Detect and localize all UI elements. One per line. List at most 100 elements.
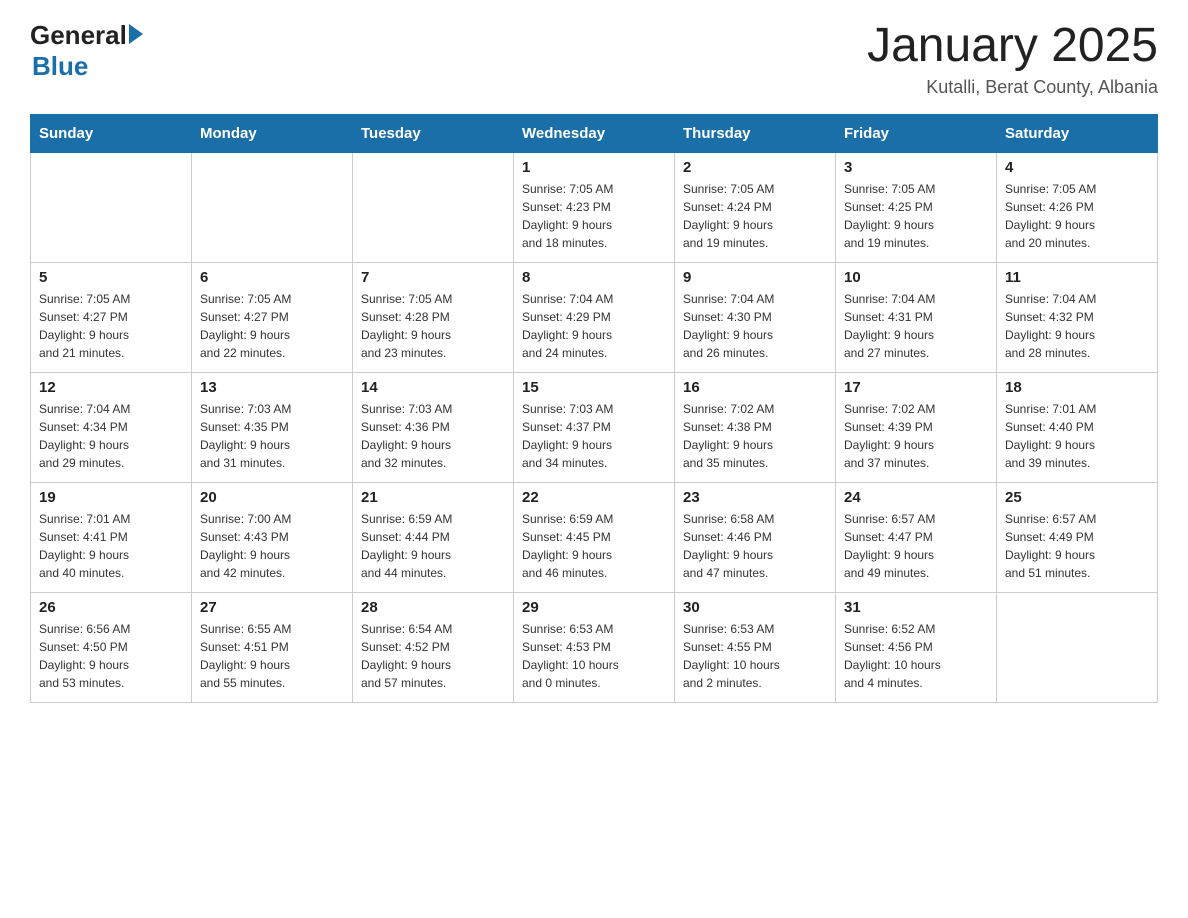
- day-number: 15: [522, 379, 666, 396]
- title-area: January 2025 Kutalli, Berat County, Alba…: [867, 20, 1158, 98]
- day-number: 8: [522, 269, 666, 286]
- header-friday: Friday: [836, 114, 997, 152]
- calendar-cell-w4-d7: 25 Sunrise: 6:57 AM Sunset: 4:49 PM Dayli…: [997, 482, 1158, 592]
- day-info: Sunrise: 6:55 AM Sunset: 4:51 PM Dayligh…: [200, 620, 344, 692]
- day-number: 28: [361, 599, 505, 616]
- calendar-cell-w1-d4: 1 Sunrise: 7:05 AM Sunset: 4:23 PM Daylig…: [514, 152, 675, 262]
- calendar-cell-w1-d1: [31, 152, 192, 262]
- calendar-cell-w5-d1: 26Sunrise: 6:56 AM Sunset: 4:50 PM Dayli…: [31, 592, 192, 702]
- calendar-cell-w5-d6: 31 Sunrise: 6:52 AM Sunset: 4:56 PM Dayli…: [836, 592, 997, 702]
- calendar-cell-w2-d5: 9Sunrise: 7:04 AM Sunset: 4:30 PM Daylig…: [675, 262, 836, 372]
- day-info: Sunrise: 7:05 AM Sunset: 4:26 PM Dayligh…: [1005, 180, 1149, 252]
- calendar-cell-w1-d6: 3Sunrise: 7:05 AM Sunset: 4:25 PM Daylig…: [836, 152, 997, 262]
- calendar-cell-w3-d5: 16 Sunrise: 7:02 AM Sunset: 4:38 PM Dayli…: [675, 372, 836, 482]
- calendar-table: Sunday Monday Tuesday Wednesday Thursday…: [30, 114, 1158, 703]
- day-number: 23: [683, 489, 827, 506]
- calendar-cell-w3-d2: 13Sunrise: 7:03 AM Sunset: 4:35 PM Dayli…: [192, 372, 353, 482]
- day-number: 7: [361, 269, 505, 286]
- calendar-cell-w2-d6: 10 Sunrise: 7:04 AM Sunset: 4:31 PM Dayli…: [836, 262, 997, 372]
- logo-blue-text: Blue: [32, 51, 143, 82]
- day-info: Sunrise: 7:04 AM Sunset: 4:32 PM Dayligh…: [1005, 290, 1149, 362]
- day-info: Sunrise: 7:05 AM Sunset: 4:27 PM Dayligh…: [39, 290, 183, 362]
- day-number: 30: [683, 599, 827, 616]
- calendar-cell-w1-d2: [192, 152, 353, 262]
- day-info: Sunrise: 7:02 AM Sunset: 4:39 PM Dayligh…: [844, 400, 988, 472]
- calendar-cell-w3-d1: 12 Sunrise: 7:04 AM Sunset: 4:34 PM Dayli…: [31, 372, 192, 482]
- day-info: Sunrise: 6:57 AM Sunset: 4:49 PM Dayligh…: [1005, 510, 1149, 582]
- header-saturday: Saturday: [997, 114, 1158, 152]
- day-info: Sunrise: 7:05 AM Sunset: 4:24 PM Dayligh…: [683, 180, 827, 252]
- day-info: Sunrise: 6:53 AM Sunset: 4:55 PM Dayligh…: [683, 620, 827, 692]
- calendar-week-2: 5 Sunrise: 7:05 AM Sunset: 4:27 PM Daylig…: [31, 262, 1158, 372]
- calendar-cell-w5-d5: 30 Sunrise: 6:53 AM Sunset: 4:55 PM Dayli…: [675, 592, 836, 702]
- day-number: 10: [844, 269, 988, 286]
- calendar-cell-w5-d3: 28 Sunrise: 6:54 AM Sunset: 4:52 PM Dayli…: [353, 592, 514, 702]
- day-number: 6: [200, 269, 344, 286]
- calendar-cell-w3-d6: 17 Sunrise: 7:02 AM Sunset: 4:39 PM Dayli…: [836, 372, 997, 482]
- header-wednesday: Wednesday: [514, 114, 675, 152]
- calendar-cell-w5-d7: [997, 592, 1158, 702]
- calendar-header-row: Sunday Monday Tuesday Wednesday Thursday…: [31, 114, 1158, 152]
- calendar-cell-w2-d7: 11 Sunrise: 7:04 AM Sunset: 4:32 PM Dayli…: [997, 262, 1158, 372]
- day-info: Sunrise: 7:05 AM Sunset: 4:28 PM Dayligh…: [361, 290, 505, 362]
- calendar-cell-w2-d3: 7 Sunrise: 7:05 AM Sunset: 4:28 PM Daylig…: [353, 262, 514, 372]
- day-info: Sunrise: 7:03 AM Sunset: 4:37 PM Dayligh…: [522, 400, 666, 472]
- header-tuesday: Tuesday: [353, 114, 514, 152]
- calendar-cell-w3-d7: 18 Sunrise: 7:01 AM Sunset: 4:40 PM Dayli…: [997, 372, 1158, 482]
- day-info: Sunrise: 6:59 AM Sunset: 4:45 PM Dayligh…: [522, 510, 666, 582]
- day-number: 31: [844, 599, 988, 616]
- day-number: 27: [200, 599, 344, 616]
- calendar-cell-w5-d4: 29Sunrise: 6:53 AM Sunset: 4:53 PM Dayli…: [514, 592, 675, 702]
- calendar-cell-w4-d2: 20 Sunrise: 7:00 AM Sunset: 4:43 PM Dayli…: [192, 482, 353, 592]
- day-number: 24: [844, 489, 988, 506]
- day-info: Sunrise: 7:02 AM Sunset: 4:38 PM Dayligh…: [683, 400, 827, 472]
- day-info: Sunrise: 7:04 AM Sunset: 4:34 PM Dayligh…: [39, 400, 183, 472]
- calendar-cell-w4-d1: 19 Sunrise: 7:01 AM Sunset: 4:41 PM Dayli…: [31, 482, 192, 592]
- day-number: 1: [522, 159, 666, 176]
- day-number: 20: [200, 489, 344, 506]
- day-number: 9: [683, 269, 827, 286]
- day-info: Sunrise: 7:04 AM Sunset: 4:31 PM Dayligh…: [844, 290, 988, 362]
- day-info: Sunrise: 6:54 AM Sunset: 4:52 PM Dayligh…: [361, 620, 505, 692]
- day-number: 18: [1005, 379, 1149, 396]
- day-number: 22: [522, 489, 666, 506]
- day-info: Sunrise: 7:01 AM Sunset: 4:40 PM Dayligh…: [1005, 400, 1149, 472]
- day-info: Sunrise: 7:05 AM Sunset: 4:25 PM Dayligh…: [844, 180, 988, 252]
- day-info: Sunrise: 6:57 AM Sunset: 4:47 PM Dayligh…: [844, 510, 988, 582]
- day-number: 29: [522, 599, 666, 616]
- calendar-week-1: 1 Sunrise: 7:05 AM Sunset: 4:23 PM Daylig…: [31, 152, 1158, 262]
- calendar-week-3: 12 Sunrise: 7:04 AM Sunset: 4:34 PM Dayli…: [31, 372, 1158, 482]
- calendar-week-5: 26Sunrise: 6:56 AM Sunset: 4:50 PM Dayli…: [31, 592, 1158, 702]
- day-info: Sunrise: 6:59 AM Sunset: 4:44 PM Dayligh…: [361, 510, 505, 582]
- calendar-cell-w1-d5: 2 Sunrise: 7:05 AM Sunset: 4:24 PM Daylig…: [675, 152, 836, 262]
- calendar-cell-w2-d4: 8Sunrise: 7:04 AM Sunset: 4:29 PM Daylig…: [514, 262, 675, 372]
- day-info: Sunrise: 7:03 AM Sunset: 4:35 PM Dayligh…: [200, 400, 344, 472]
- day-number: 11: [1005, 269, 1149, 286]
- day-info: Sunrise: 6:58 AM Sunset: 4:46 PM Dayligh…: [683, 510, 827, 582]
- calendar-cell-w2-d1: 5 Sunrise: 7:05 AM Sunset: 4:27 PM Daylig…: [31, 262, 192, 372]
- day-number: 21: [361, 489, 505, 506]
- day-number: 17: [844, 379, 988, 396]
- day-number: 26: [39, 599, 183, 616]
- logo: General Blue: [30, 20, 143, 82]
- page-subtitle: Kutalli, Berat County, Albania: [867, 77, 1158, 98]
- day-info: Sunrise: 6:52 AM Sunset: 4:56 PM Dayligh…: [844, 620, 988, 692]
- calendar-cell-w4-d3: 21 Sunrise: 6:59 AM Sunset: 4:44 PM Dayli…: [353, 482, 514, 592]
- calendar-cell-w5-d2: 27 Sunrise: 6:55 AM Sunset: 4:51 PM Dayli…: [192, 592, 353, 702]
- day-info: Sunrise: 7:05 AM Sunset: 4:23 PM Dayligh…: [522, 180, 666, 252]
- header-sunday: Sunday: [31, 114, 192, 152]
- day-number: 16: [683, 379, 827, 396]
- day-number: 5: [39, 269, 183, 286]
- day-number: 25: [1005, 489, 1149, 506]
- day-info: Sunrise: 7:01 AM Sunset: 4:41 PM Dayligh…: [39, 510, 183, 582]
- calendar-cell-w3-d4: 15 Sunrise: 7:03 AM Sunset: 4:37 PM Dayli…: [514, 372, 675, 482]
- calendar-cell-w1-d7: 4Sunrise: 7:05 AM Sunset: 4:26 PM Daylig…: [997, 152, 1158, 262]
- calendar-week-4: 19 Sunrise: 7:01 AM Sunset: 4:41 PM Dayli…: [31, 482, 1158, 592]
- day-number: 2: [683, 159, 827, 176]
- day-number: 12: [39, 379, 183, 396]
- day-info: Sunrise: 7:00 AM Sunset: 4:43 PM Dayligh…: [200, 510, 344, 582]
- calendar-cell-w2-d2: 6Sunrise: 7:05 AM Sunset: 4:27 PM Daylig…: [192, 262, 353, 372]
- day-number: 19: [39, 489, 183, 506]
- calendar-cell-w4-d6: 24 Sunrise: 6:57 AM Sunset: 4:47 PM Dayli…: [836, 482, 997, 592]
- logo-arrow-icon: [129, 24, 143, 44]
